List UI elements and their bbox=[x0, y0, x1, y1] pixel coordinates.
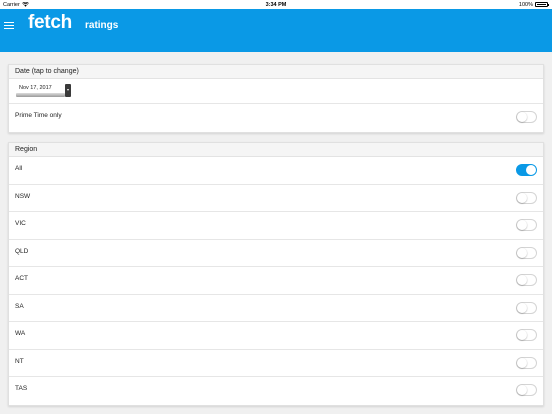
status-bar: Carrier 3:34 PM 100% bbox=[0, 0, 552, 9]
region-toggle-all[interactable] bbox=[516, 164, 537, 176]
region-row-vic: VIC bbox=[9, 212, 543, 240]
date-value: Nov 17, 2017 bbox=[19, 84, 52, 91]
region-label: TAS bbox=[15, 385, 28, 392]
region-row-all: All bbox=[9, 157, 543, 185]
status-right: 100% bbox=[518, 1, 549, 8]
region-row-tas: TAS bbox=[9, 377, 543, 405]
dropdown-arrow-icon bbox=[65, 84, 71, 97]
region-toggle-sa[interactable] bbox=[516, 301, 537, 314]
region-toggle-nsw[interactable] bbox=[516, 191, 537, 204]
region-toggle-act[interactable] bbox=[516, 274, 537, 286]
region-toggle-nt[interactable] bbox=[516, 356, 537, 369]
region-section-header: Region bbox=[9, 143, 543, 157]
date-picker-bar bbox=[16, 93, 65, 97]
region-label: ACT bbox=[15, 275, 28, 282]
date-card: Date (tap to change) Nov 17, 2017 Prime … bbox=[8, 64, 544, 133]
date-section-header: Date (tap to change) bbox=[9, 65, 543, 79]
region-toggle-vic[interactable] bbox=[516, 219, 537, 231]
region-row-nt: NT bbox=[9, 350, 543, 377]
prime-time-label: Prime Time only bbox=[15, 112, 62, 119]
status-time: 3:34 PM bbox=[265, 1, 287, 8]
region-row-nsw: NSW bbox=[9, 185, 543, 212]
prime-time-toggle[interactable] bbox=[516, 111, 537, 123]
battery-icon bbox=[535, 2, 549, 7]
region-row-sa: SA bbox=[9, 295, 543, 322]
region-row-qld: QLD bbox=[9, 240, 543, 267]
region-row-wa: WA bbox=[9, 322, 543, 350]
app-bar: fetch ratings bbox=[0, 9, 552, 52]
prime-time-row: Prime Time only bbox=[9, 104, 543, 132]
battery-percent: 100% bbox=[518, 1, 533, 8]
menu-icon[interactable] bbox=[4, 22, 14, 30]
region-card: Region All NSW VIC QLD ACT SA WA NT TAS bbox=[8, 142, 544, 406]
region-label: WA bbox=[15, 330, 26, 337]
region-label: All bbox=[15, 165, 23, 172]
region-toggle-wa[interactable] bbox=[516, 329, 537, 341]
region-label: VIC bbox=[15, 220, 26, 227]
region-toggle-tas[interactable] bbox=[516, 384, 537, 396]
page-title: ratings bbox=[85, 20, 119, 31]
region-list: All NSW VIC QLD ACT SA WA NT TAS bbox=[9, 157, 543, 405]
region-row-act: ACT bbox=[9, 267, 543, 295]
region-label: NSW bbox=[15, 192, 31, 200]
region-label: SA bbox=[15, 302, 24, 310]
region-label: QLD bbox=[15, 247, 29, 255]
region-label: NT bbox=[15, 357, 24, 365]
app-logo: fetch bbox=[28, 12, 72, 33]
date-picker-row: Nov 17, 2017 bbox=[9, 79, 543, 104]
date-picker[interactable]: Nov 17, 2017 bbox=[16, 84, 71, 97]
region-toggle-qld[interactable] bbox=[516, 246, 537, 259]
